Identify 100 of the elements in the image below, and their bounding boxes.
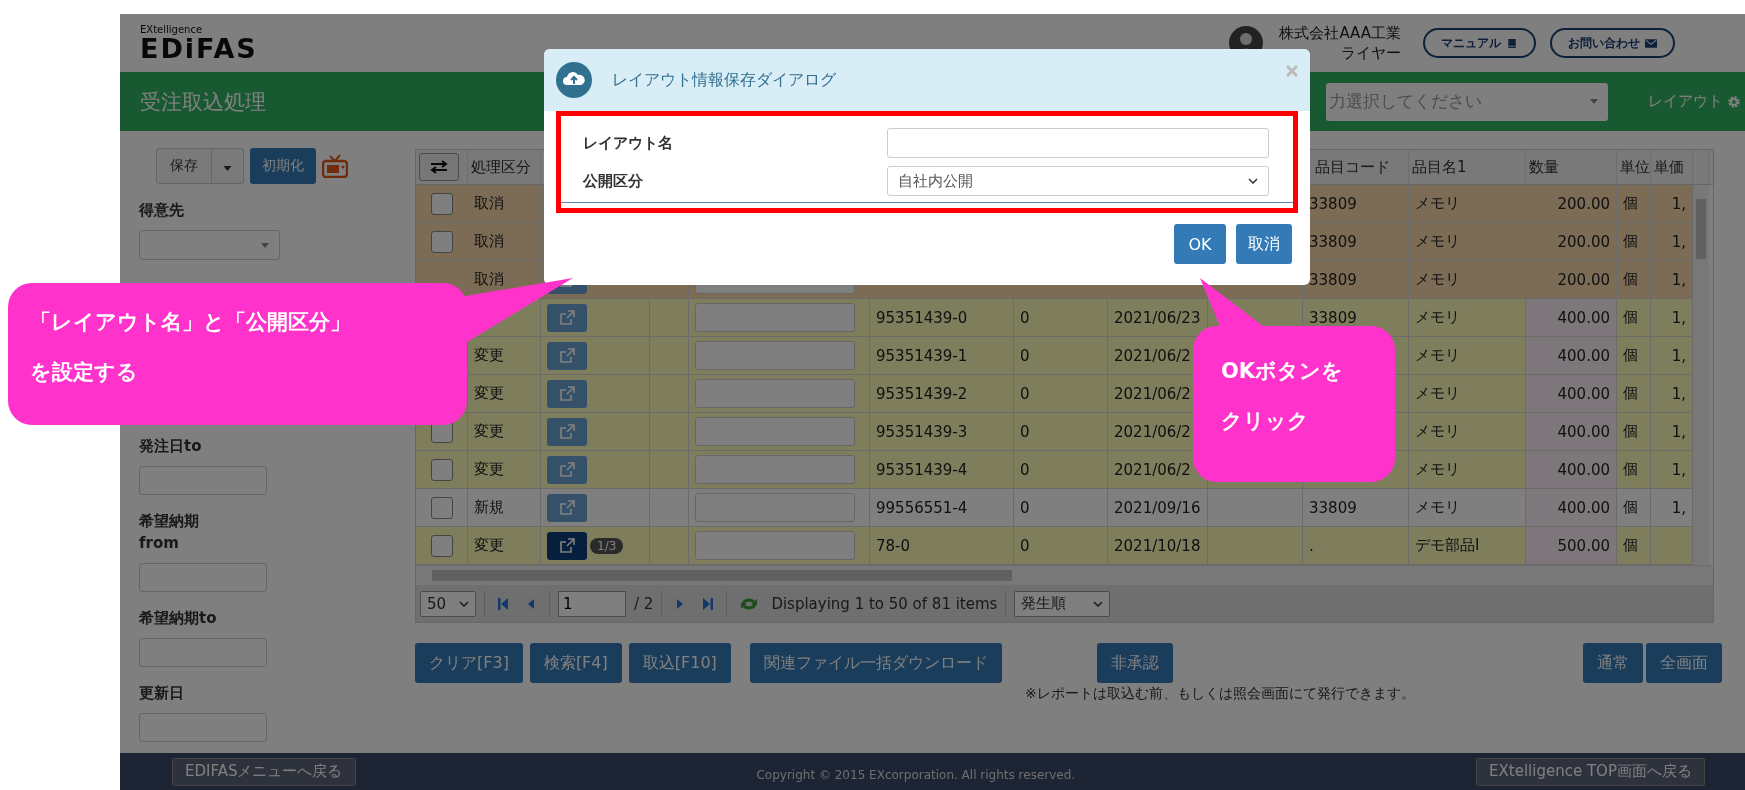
- layout-name-field[interactable]: [887, 128, 1269, 158]
- filter-input[interactable]: [139, 563, 267, 592]
- table-cell: 400.00: [1557, 308, 1610, 327]
- page-number-field[interactable]: 1: [558, 590, 626, 617]
- table-row[interactable]: 変更 1/3 78-0 0 2021/10/18 . デモ部品I 500.00 個: [416, 527, 1693, 565]
- row-checkbox[interactable]: [430, 230, 453, 253]
- vertical-scrollbar[interactable]: [1693, 185, 1709, 565]
- table-cell: 2021/06/23: [1114, 308, 1201, 327]
- table-row[interactable]: 新規 99556551-4 0 2021/09/16 33809 メモリ 400.00 個 1,: [416, 489, 1693, 527]
- row-checkbox[interactable]: [430, 496, 453, 519]
- table-cell: 1,: [1671, 422, 1686, 441]
- reset-button[interactable]: 初期化: [250, 148, 316, 184]
- top-page-button[interactable]: EXtelligence TOP画面へ戻る: [1476, 757, 1705, 786]
- cloud-upload-icon: [556, 62, 592, 98]
- table-cell: 変更: [474, 346, 504, 365]
- first-page-icon[interactable]: [497, 596, 509, 611]
- table-cell: 取消: [474, 194, 504, 213]
- action-button[interactable]: 検索[F4]: [529, 643, 622, 683]
- filter-select[interactable]: [139, 230, 280, 260]
- table-cell: 変更: [474, 460, 504, 479]
- tv-icon[interactable]: [322, 154, 348, 178]
- row-input-field[interactable]: [695, 531, 855, 560]
- row-input-field[interactable]: [695, 379, 855, 408]
- column-header[interactable]: 処理区分: [468, 150, 541, 184]
- row-checkbox[interactable]: [430, 458, 453, 481]
- table-cell: 個: [1623, 460, 1638, 479]
- row-checkbox[interactable]: [430, 192, 453, 215]
- action-button[interactable]: 全画面: [1646, 643, 1722, 683]
- caret-icon: [261, 242, 269, 248]
- table-cell: 個: [1623, 384, 1638, 403]
- edit-button[interactable]: [547, 303, 587, 332]
- last-page-icon[interactable]: [702, 596, 715, 611]
- dialog-button[interactable]: 取消: [1236, 224, 1292, 264]
- table-cell: 1,: [1671, 194, 1686, 213]
- row-input-field[interactable]: [695, 417, 855, 446]
- close-icon[interactable]: [1286, 65, 1298, 77]
- filter-input[interactable]: [139, 466, 267, 495]
- row-input-field[interactable]: [695, 341, 855, 370]
- external-link-icon: [559, 347, 575, 364]
- table-cell: 0: [1020, 308, 1030, 327]
- save-menu-button[interactable]: [212, 148, 244, 184]
- table-cell: 0: [1020, 536, 1030, 555]
- column-toggle-button[interactable]: [419, 153, 459, 181]
- action-button[interactable]: 関連ファイル一括ダウンロード: [749, 643, 1002, 683]
- dialog-button[interactable]: OK: [1174, 224, 1226, 264]
- header-link-button[interactable]: お問い合わせ: [1550, 28, 1675, 58]
- edit-button[interactable]: [547, 379, 587, 408]
- table-cell: メモリ: [1415, 460, 1460, 479]
- table-cell: 0: [1020, 460, 1030, 479]
- header-link-button[interactable]: マニュアル: [1423, 28, 1536, 58]
- column-header[interactable]: 単価: [1651, 150, 1693, 184]
- page-count: / 2: [634, 594, 654, 613]
- table-cell: 2021/06/2: [1114, 460, 1191, 479]
- edit-button[interactable]: [547, 531, 587, 560]
- table-cell: 95351439-3: [876, 422, 968, 441]
- filter-input[interactable]: [139, 638, 267, 667]
- column-header[interactable]: 単位: [1617, 150, 1651, 184]
- table-cell: 変更: [474, 384, 504, 403]
- table-cell: 1,: [1671, 232, 1686, 251]
- filter-label: 発注日to: [139, 436, 202, 457]
- edit-button[interactable]: [547, 493, 587, 522]
- layout-link[interactable]: レイアウト: [1648, 92, 1723, 111]
- chevron-down-icon: [459, 600, 469, 607]
- table-cell: 個: [1623, 536, 1638, 555]
- column-header[interactable]: 数量: [1526, 150, 1617, 184]
- action-button[interactable]: 非承認: [1096, 643, 1173, 683]
- filter-input[interactable]: [139, 713, 267, 742]
- dialog-title: レイアウト情報保存ダイアログ: [612, 69, 836, 91]
- external-link-icon: [559, 385, 575, 402]
- page-info: Displaying 1 to 50 of 81 items: [771, 594, 998, 613]
- save-button[interactable]: 保存: [156, 148, 212, 184]
- table-cell: 1,: [1671, 346, 1686, 365]
- page-size-select[interactable]: 50: [420, 590, 476, 617]
- horizontal-scrollbar[interactable]: [416, 565, 1713, 585]
- table-cell: メモリ: [1415, 498, 1460, 517]
- visibility-select[interactable]: 自社内公開: [887, 166, 1269, 196]
- row-input-field[interactable]: [695, 493, 855, 522]
- column-header[interactable]: 品目名1: [1409, 150, 1526, 184]
- company-name: 株式会社AAA工業: [1279, 23, 1401, 43]
- edit-button[interactable]: [547, 455, 587, 484]
- table-cell: 0: [1020, 384, 1030, 403]
- table-cell: 0: [1020, 422, 1030, 441]
- settings-icon[interactable]: [1727, 94, 1741, 109]
- table-cell: 78-0: [876, 536, 911, 555]
- table-cell: 95351439-0: [876, 308, 968, 327]
- action-button[interactable]: 取込[F10]: [628, 643, 731, 683]
- sort-select[interactable]: 発生順: [1014, 590, 1111, 617]
- table-cell: 33809: [1309, 194, 1357, 213]
- field-label: 公開区分: [583, 171, 644, 191]
- edit-button[interactable]: [547, 341, 587, 370]
- row-checkbox[interactable]: [430, 534, 453, 557]
- action-button[interactable]: 通常: [1583, 643, 1643, 683]
- table-cell: 400.00: [1557, 498, 1610, 517]
- action-button[interactable]: クリア[F3]: [415, 643, 523, 683]
- external-link-icon: [559, 537, 575, 554]
- row-input-field[interactable]: [695, 303, 855, 332]
- back-to-menu-button[interactable]: EDIFASメニューへ戻る: [172, 757, 356, 786]
- row-input-field[interactable]: [695, 455, 855, 484]
- edit-button[interactable]: [547, 417, 587, 446]
- table-cell: 個: [1623, 270, 1638, 289]
